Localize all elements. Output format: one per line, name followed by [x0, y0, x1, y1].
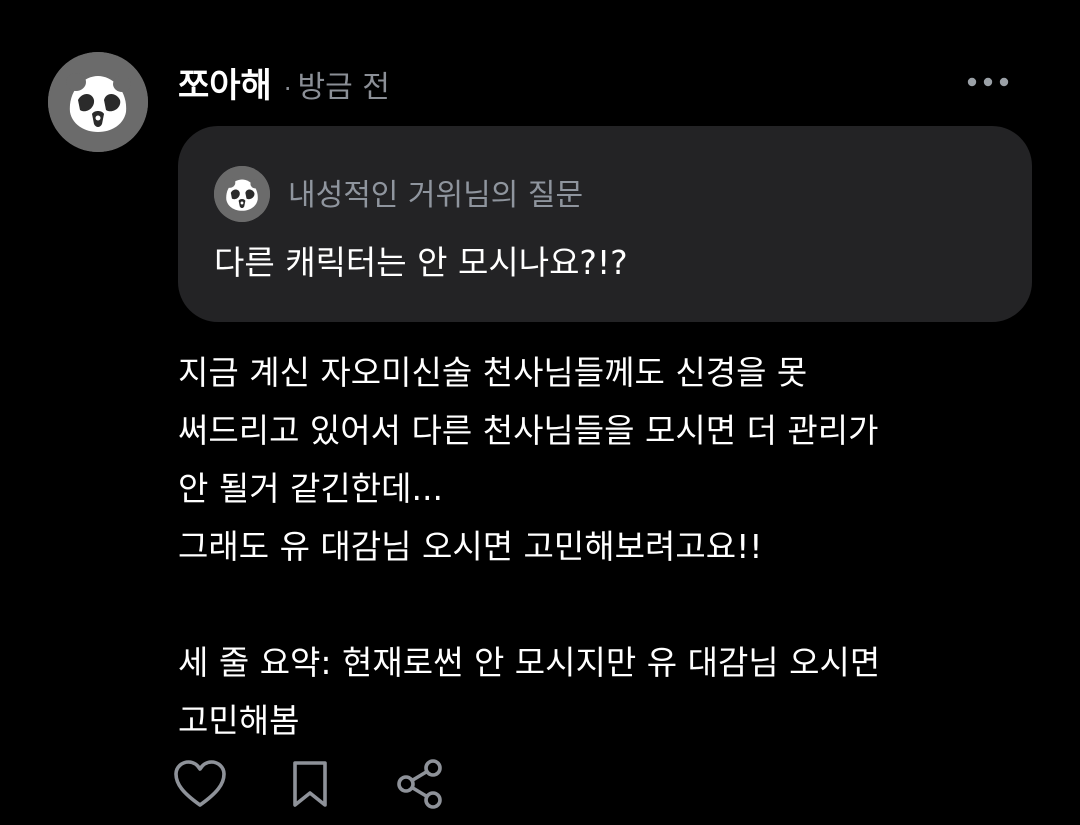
answer-line: 지금 계신 자오미신술 천사님들께도 신경을 못	[178, 353, 808, 392]
answer-body: 지금 계신 자오미신술 천사님들께도 신경을 못 써드리고 있어서 다른 천사님…	[178, 344, 1038, 750]
post-timestamp: 방금 전	[297, 70, 390, 105]
author-name[interactable]: 쪼아해	[178, 58, 272, 107]
asker-avatar	[214, 166, 270, 222]
quoted-question-card[interactable]: 내성적인 거위님의 질문 다른 캐릭터는 안 모시나요?!?	[178, 126, 1032, 322]
like-button[interactable]	[170, 754, 230, 814]
answer-post: 쪼아해 · 방금 전 내성적인 거위님의 질문 다른 캐릭터는 안 모시나요?!	[0, 0, 1080, 825]
panda-icon	[214, 166, 270, 222]
more-horizontal-icon	[967, 77, 1009, 87]
bookmark-button[interactable]	[280, 754, 340, 814]
more-options-button[interactable]	[960, 62, 1016, 102]
answer-line: 써드리고 있어서 다른 천사님들을 모시면 더 관리가	[178, 411, 879, 450]
answer-line: 그래도 유 대감님 오시면 고민해보려고요!!	[178, 527, 763, 566]
share-icon	[397, 759, 442, 809]
separator-dot: ·	[283, 75, 292, 103]
share-button[interactable]	[390, 754, 450, 814]
answer-line: 안 될거 같긴한데...	[178, 469, 443, 508]
question-source-label: 내성적인 거위님의 질문	[288, 178, 584, 213]
post-header: 쪼아해 · 방금 전	[178, 58, 390, 107]
answer-line: 세 줄 요약: 현재로썬 안 모시지만 유 대감님 오시면	[178, 643, 881, 682]
answer-line-blank	[178, 576, 1038, 634]
bookmark-icon	[293, 761, 327, 807]
author-avatar[interactable]	[48, 52, 148, 152]
question-text: 다른 캐릭터는 안 모시나요?!?	[214, 243, 628, 282]
action-bar	[170, 752, 500, 816]
answer-line: 고민해봄	[178, 701, 300, 740]
panda-icon	[48, 52, 148, 152]
heart-icon	[174, 760, 226, 807]
